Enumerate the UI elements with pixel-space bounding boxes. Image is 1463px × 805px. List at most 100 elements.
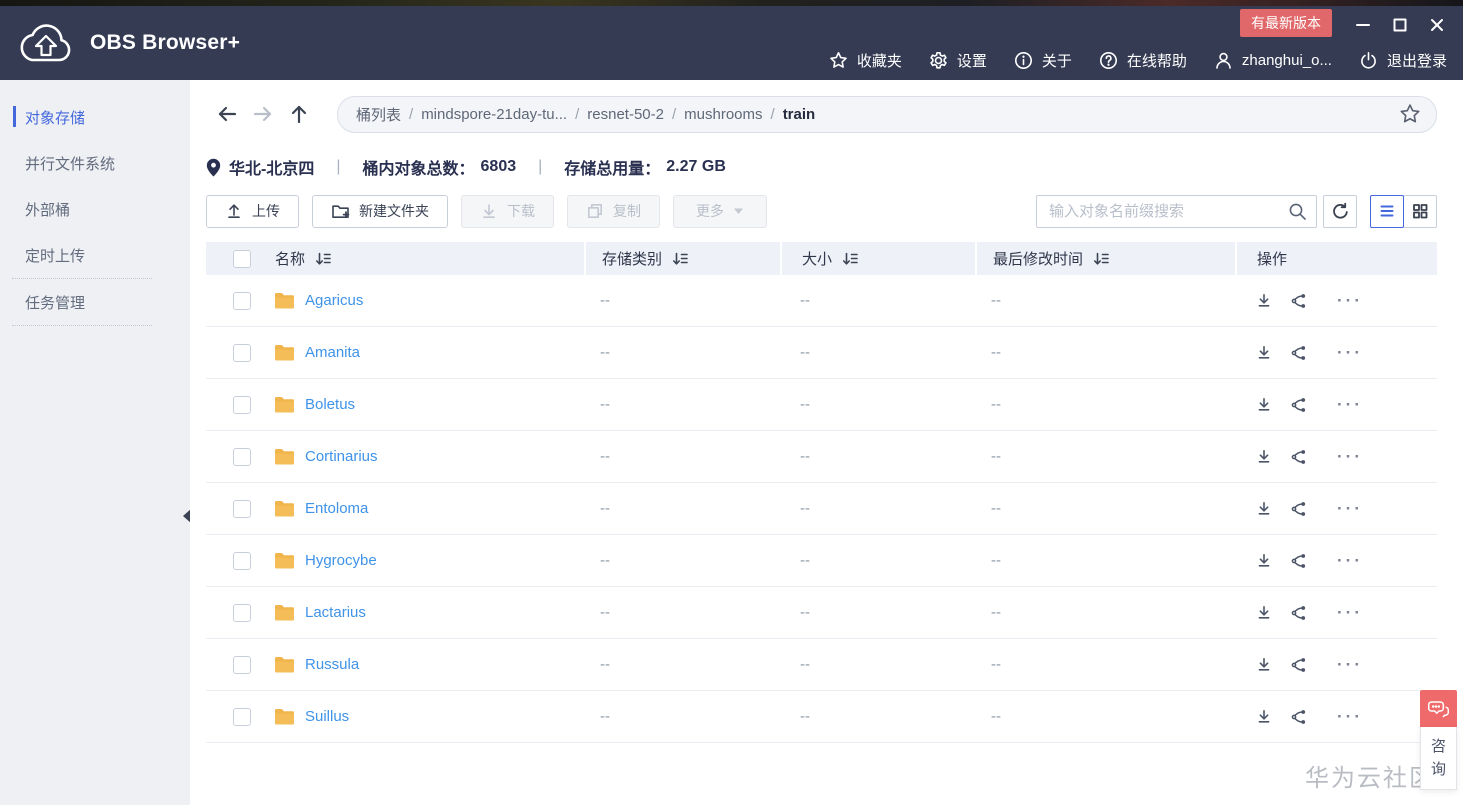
object-folder-link[interactable]: Hygrocybe: [305, 552, 377, 569]
row-download-icon[interactable]: [1255, 344, 1273, 362]
upload-button[interactable]: 上传: [206, 194, 299, 228]
object-folder-link[interactable]: Suillus: [305, 708, 349, 725]
menu-item-gear[interactable]: 设置: [929, 50, 987, 71]
minimize-button[interactable]: [1353, 15, 1373, 35]
sidebar-item-任务管理[interactable]: 任务管理: [0, 279, 190, 325]
row-more-icon[interactable]: ···: [1337, 707, 1363, 727]
breadcrumb-segment[interactable]: mindspore-21day-tu...: [421, 106, 567, 123]
row-download-icon[interactable]: [1255, 708, 1273, 726]
back-button[interactable]: [214, 101, 240, 127]
folder-icon: [274, 604, 295, 621]
row-share-icon[interactable]: [1290, 708, 1308, 726]
row-download-icon[interactable]: [1255, 656, 1273, 674]
row-share-icon[interactable]: [1290, 552, 1308, 570]
row-more-icon[interactable]: ···: [1337, 655, 1363, 675]
row-checkbox[interactable]: [233, 603, 251, 622]
new-folder-button[interactable]: 新建文件夹: [312, 194, 448, 228]
row-download-icon[interactable]: [1255, 292, 1273, 310]
row-checkbox[interactable]: [233, 707, 251, 726]
column-header-2: 存储类别: [584, 242, 780, 275]
row-more-icon[interactable]: ···: [1337, 551, 1363, 571]
menu-item-power[interactable]: 退出登录: [1359, 50, 1447, 71]
row-more-icon[interactable]: ···: [1337, 343, 1363, 363]
maximize-button[interactable]: [1390, 15, 1410, 35]
row-download-icon[interactable]: [1255, 396, 1273, 414]
bucket-info-bar: 华北-北京四 | 桶内对象总数： 6803 | 存储总用量： 2.27 GB: [190, 146, 726, 188]
forward-button[interactable]: [250, 101, 276, 127]
object-folder-link[interactable]: Russula: [305, 656, 359, 673]
sort-icon[interactable]: [315, 251, 332, 267]
row-download-icon[interactable]: [1255, 500, 1273, 518]
refresh-button[interactable]: [1323, 194, 1357, 228]
favorite-star-icon[interactable]: [1399, 103, 1421, 125]
table-row: Cortinarius -- -- -- ···: [206, 431, 1437, 483]
object-folder-link[interactable]: Cortinarius: [305, 448, 378, 465]
object-folder-link[interactable]: Boletus: [305, 396, 355, 413]
row-share-icon[interactable]: [1290, 292, 1308, 310]
row-checkbox[interactable]: [233, 291, 251, 310]
row-checkbox[interactable]: [233, 551, 251, 570]
consult-button[interactable]: 咨询: [1420, 727, 1457, 790]
row-checkbox[interactable]: [233, 447, 251, 466]
update-available-badge[interactable]: 有最新版本: [1240, 9, 1332, 37]
download-button[interactable]: 下载: [461, 194, 554, 228]
object-folder-link[interactable]: Entoloma: [305, 500, 368, 517]
sidebar-item-外部桶[interactable]: 外部桶: [0, 186, 190, 232]
download-icon: [480, 202, 498, 220]
menu-item-star[interactable]: 收藏夹: [829, 50, 902, 71]
menu-item-user[interactable]: zhanghui_o...: [1214, 51, 1332, 70]
row-share-icon[interactable]: [1290, 396, 1308, 414]
row-more-icon[interactable]: ···: [1337, 291, 1363, 311]
object-folder-link[interactable]: Amanita: [305, 344, 360, 361]
list-view-button[interactable]: [1370, 194, 1404, 228]
sort-icon[interactable]: [1093, 251, 1110, 267]
select-all-checkbox[interactable]: [233, 249, 251, 268]
app-title: OBS Browser+: [90, 31, 241, 54]
sort-icon[interactable]: [842, 251, 859, 267]
sidebar-item-并行文件系统[interactable]: 并行文件系统: [0, 140, 190, 186]
search-input[interactable]: [1036, 194, 1317, 228]
row-download-icon[interactable]: [1255, 604, 1273, 622]
sidebar-item-定时上传[interactable]: 定时上传: [0, 232, 190, 278]
row-more-icon[interactable]: ···: [1337, 499, 1363, 519]
grid-view-button[interactable]: [1403, 194, 1437, 228]
row-checkbox[interactable]: [233, 343, 251, 362]
row-checkbox[interactable]: [233, 655, 251, 674]
row-checkbox[interactable]: [233, 395, 251, 414]
breadcrumb-segment[interactable]: 桶列表: [356, 104, 401, 125]
chat-button[interactable]: [1420, 690, 1457, 727]
row-download-icon[interactable]: [1255, 552, 1273, 570]
object-folder-link[interactable]: Agaricus: [305, 292, 363, 309]
modified-cell: --: [991, 500, 1001, 517]
close-button[interactable]: [1427, 15, 1447, 35]
community-watermark: 华为云社区: [1305, 765, 1435, 792]
table-row: Russula -- -- -- ···: [206, 639, 1437, 691]
name-cell: Suillus: [206, 691, 584, 742]
object-folder-link[interactable]: Lactarius: [305, 604, 366, 621]
search-icon[interactable]: [1288, 202, 1307, 221]
row-more-icon[interactable]: ···: [1337, 603, 1363, 623]
breadcrumb-separator: /: [770, 105, 775, 123]
row-share-icon[interactable]: [1290, 656, 1308, 674]
upload-icon: [225, 202, 243, 220]
row-share-icon[interactable]: [1290, 604, 1308, 622]
app-logo-area: OBS Browser+: [16, 20, 240, 66]
row-more-icon[interactable]: ···: [1337, 395, 1363, 415]
row-checkbox[interactable]: [233, 499, 251, 518]
row-download-icon[interactable]: [1255, 448, 1273, 466]
breadcrumb-separator: /: [575, 105, 580, 123]
sort-icon[interactable]: [672, 251, 689, 267]
menu-item-help[interactable]: 在线帮助: [1099, 50, 1187, 71]
breadcrumb-segment[interactable]: resnet-50-2: [587, 106, 664, 123]
row-share-icon[interactable]: [1290, 500, 1308, 518]
sidebar-item-对象存储[interactable]: 对象存储: [0, 94, 190, 140]
copy-button[interactable]: 复制: [567, 194, 660, 228]
row-share-icon[interactable]: [1290, 344, 1308, 362]
up-button[interactable]: [286, 101, 312, 127]
breadcrumb-segment[interactable]: mushrooms: [684, 106, 762, 123]
table-row: Suillus -- -- -- ···: [206, 691, 1437, 743]
menu-item-info[interactable]: 关于: [1014, 50, 1072, 71]
row-share-icon[interactable]: [1290, 448, 1308, 466]
more-button[interactable]: 更多: [673, 194, 767, 228]
row-more-icon[interactable]: ···: [1337, 447, 1363, 467]
